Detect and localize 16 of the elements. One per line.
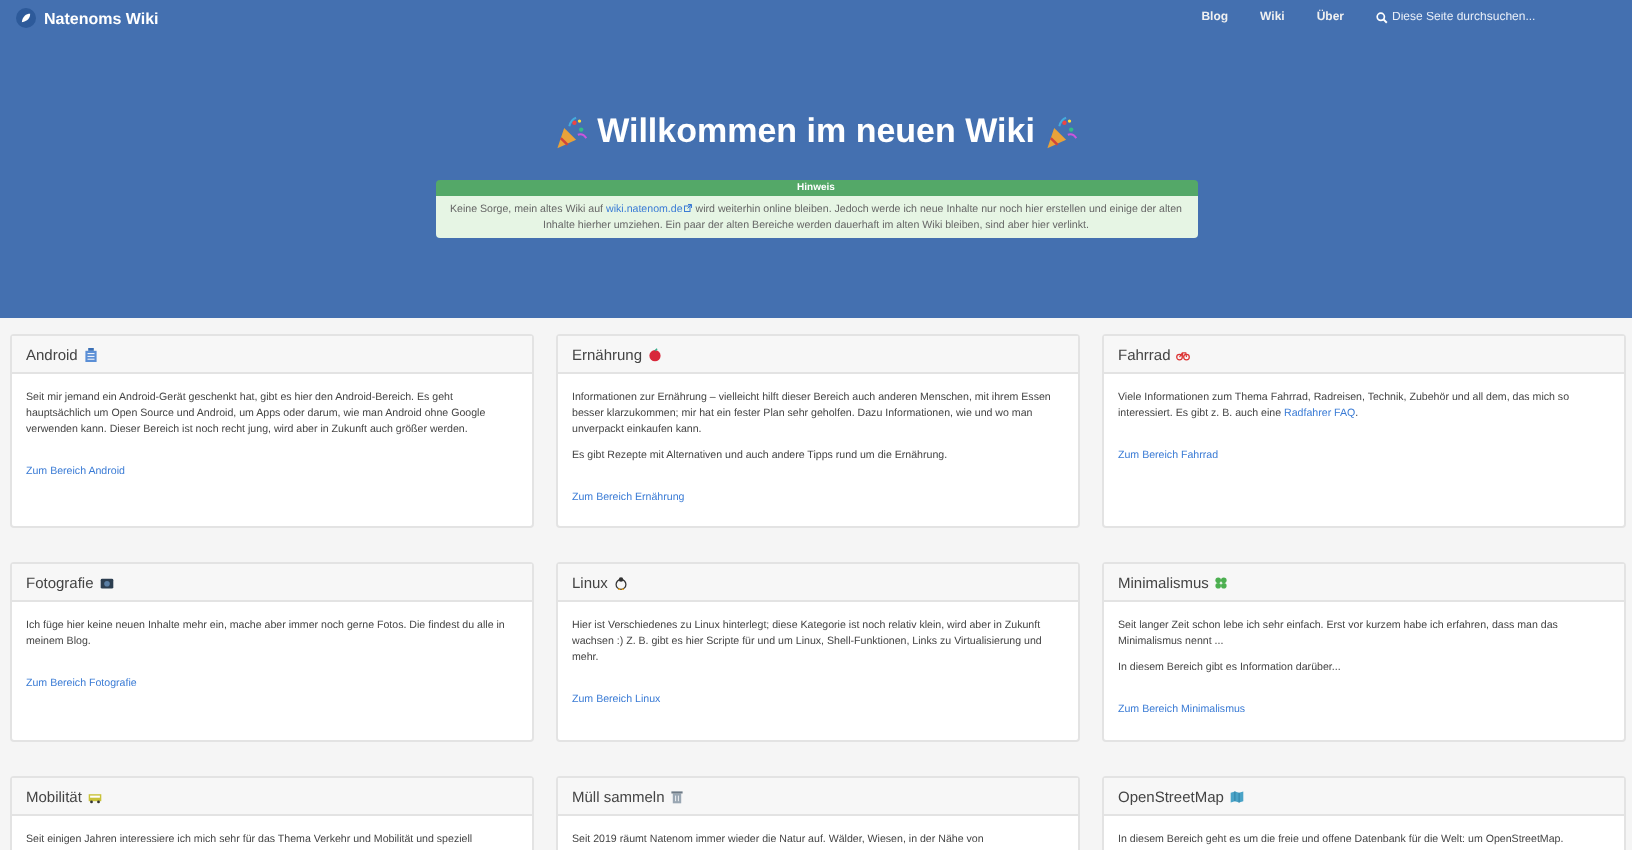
brand-link[interactable]: Natenoms Wiki	[44, 9, 159, 27]
bus-icon	[87, 789, 102, 803]
search-icon	[1376, 12, 1388, 24]
page-title: Willkommen im neuen Wiki	[597, 112, 1035, 152]
clover-icon	[1214, 575, 1229, 589]
party-popper-icon	[553, 115, 588, 149]
external-link-icon	[684, 204, 693, 212]
leaf-logo-icon	[16, 8, 36, 28]
party-popper-icon	[1044, 115, 1079, 149]
penguin-icon	[613, 575, 628, 589]
building-icon	[83, 347, 98, 361]
trash-can-icon	[670, 789, 685, 803]
apple-icon	[648, 347, 663, 361]
bicycle-icon	[1176, 347, 1191, 361]
map-icon	[1229, 789, 1244, 803]
camera-icon	[99, 575, 114, 589]
